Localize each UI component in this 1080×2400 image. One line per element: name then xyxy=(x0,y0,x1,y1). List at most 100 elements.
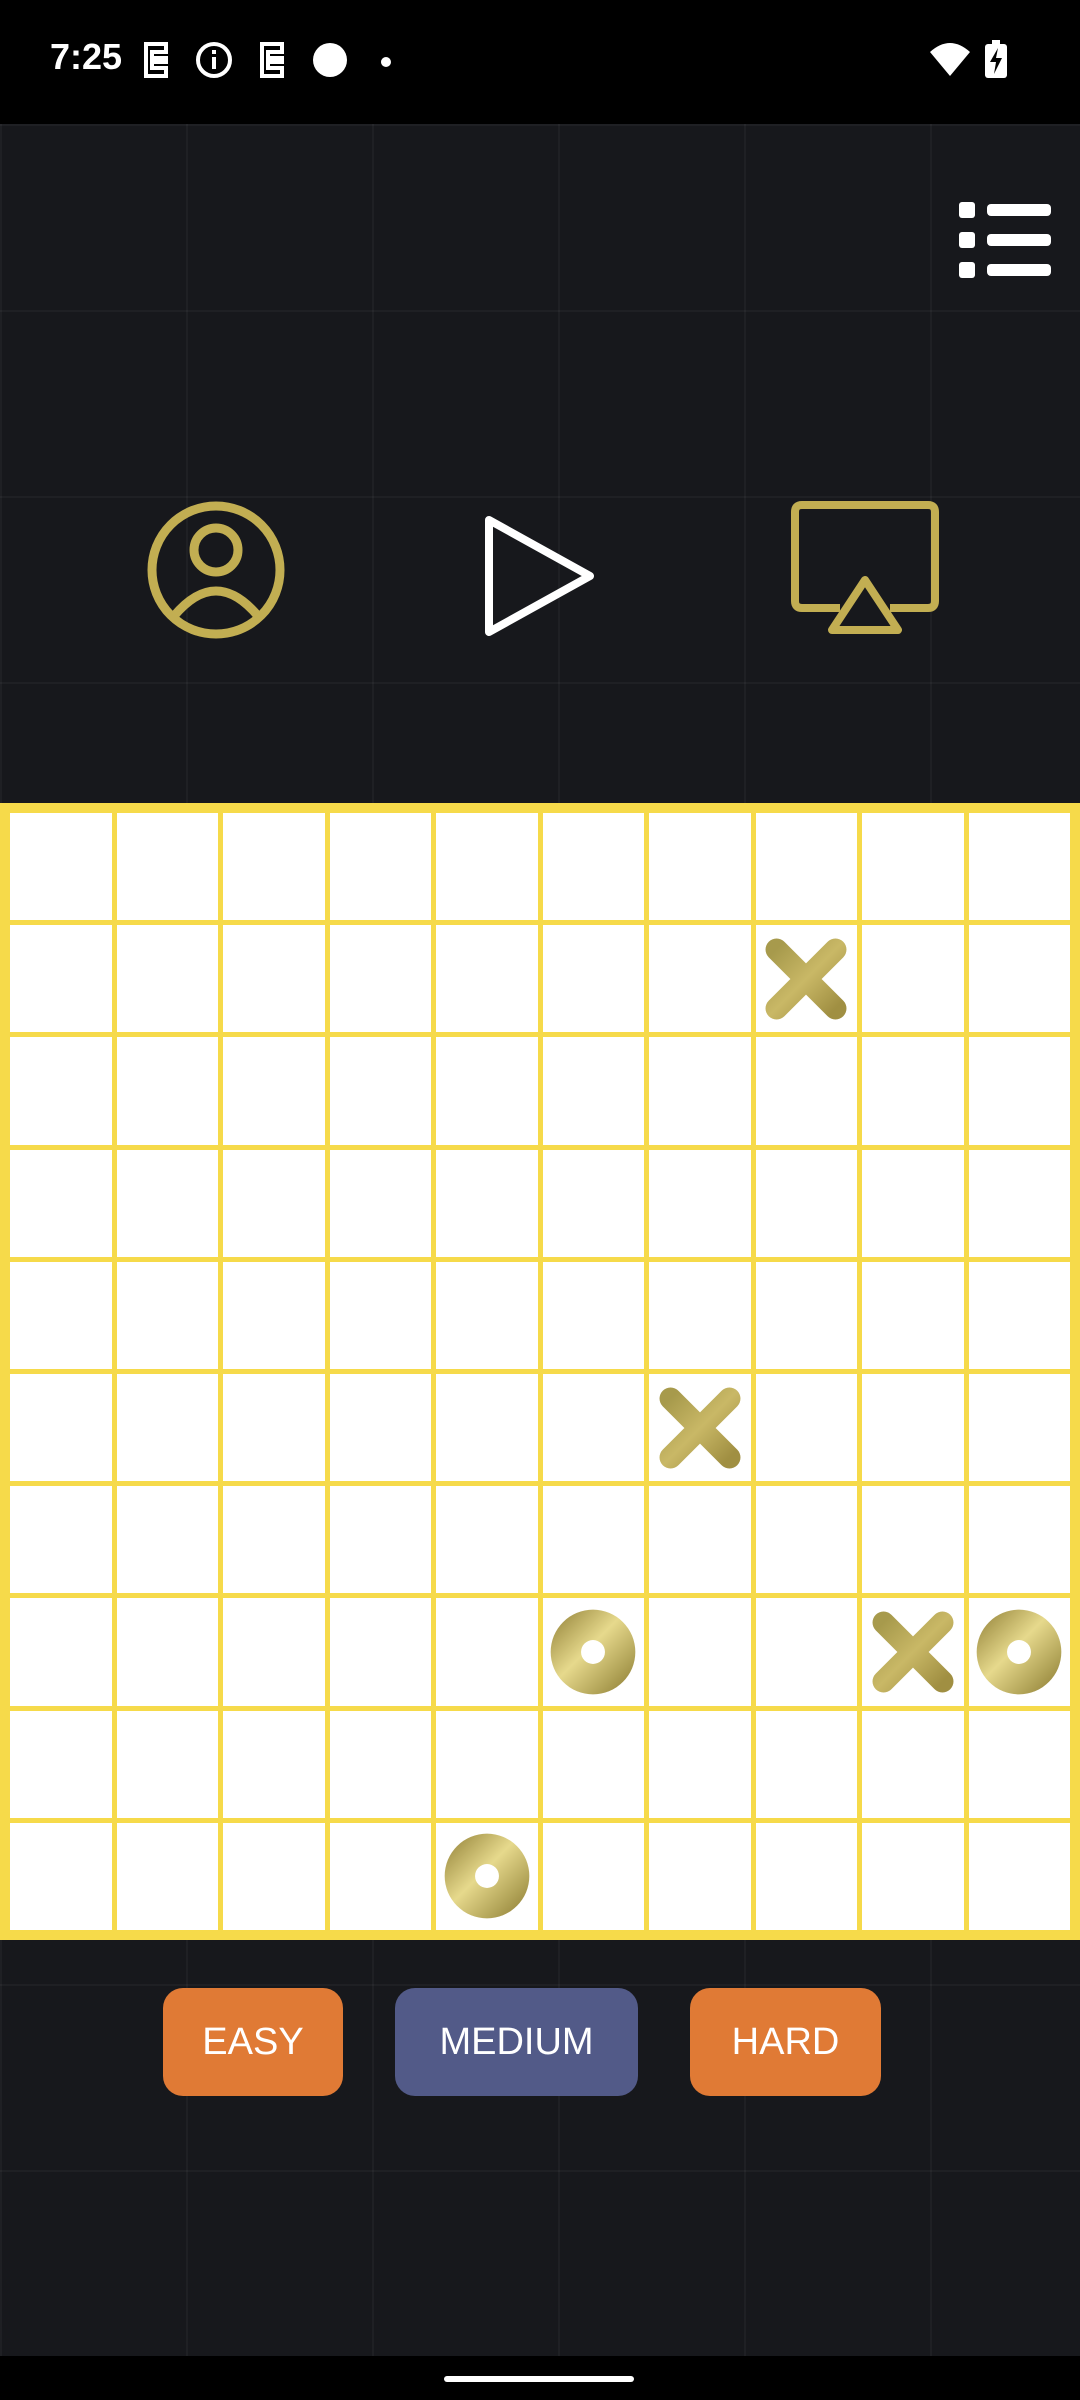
board-cell[interactable] xyxy=(968,1598,1070,1706)
board-cell[interactable] xyxy=(223,1598,325,1706)
board-cell[interactable] xyxy=(649,1710,751,1818)
board-cell[interactable] xyxy=(10,1037,112,1145)
hard-button[interactable]: HARD xyxy=(690,1988,881,2096)
board-cell[interactable] xyxy=(755,1373,857,1482)
board-cell[interactable] xyxy=(755,1710,857,1818)
board-cell[interactable] xyxy=(755,1037,857,1145)
board-cell[interactable] xyxy=(649,1149,751,1257)
board-cell[interactable] xyxy=(329,1149,431,1257)
board-cell[interactable] xyxy=(329,1598,431,1706)
board-cell[interactable] xyxy=(329,1822,431,1930)
board-cell[interactable] xyxy=(329,1486,431,1594)
board-cell[interactable] xyxy=(116,1822,218,1930)
board-cell[interactable] xyxy=(755,1598,857,1706)
board-cell[interactable] xyxy=(755,925,857,1033)
board-cell[interactable] xyxy=(116,1037,218,1145)
board-cell[interactable] xyxy=(649,1486,751,1594)
board-cell[interactable] xyxy=(10,1486,112,1594)
board-cell[interactable] xyxy=(542,1486,644,1594)
board-cell[interactable] xyxy=(223,1373,325,1482)
board-cell[interactable] xyxy=(10,1149,112,1257)
board-cell[interactable] xyxy=(329,813,431,921)
board-cell[interactable] xyxy=(755,813,857,921)
board-cell[interactable] xyxy=(862,1822,964,1930)
board-cell[interactable] xyxy=(755,1486,857,1594)
board-cell[interactable] xyxy=(542,1261,644,1369)
board-cell[interactable] xyxy=(436,1710,538,1818)
board-cell[interactable] xyxy=(542,1037,644,1145)
board-cell[interactable] xyxy=(542,1149,644,1257)
board-cell[interactable] xyxy=(542,813,644,921)
board-cell[interactable] xyxy=(862,1710,964,1818)
board-cell[interactable] xyxy=(116,925,218,1033)
board-cell[interactable] xyxy=(968,813,1070,921)
board-cell[interactable] xyxy=(968,1149,1070,1257)
board-cell[interactable] xyxy=(968,1822,1070,1930)
board-cell[interactable] xyxy=(223,1149,325,1257)
board-cell[interactable] xyxy=(116,1261,218,1369)
board-cell[interactable] xyxy=(436,925,538,1033)
board-cell[interactable] xyxy=(542,1373,644,1482)
board-cell[interactable] xyxy=(116,1373,218,1482)
board-cell[interactable] xyxy=(436,1261,538,1369)
board-cell[interactable] xyxy=(223,813,325,921)
board-cell[interactable] xyxy=(223,1822,325,1930)
board-cell[interactable] xyxy=(10,925,112,1033)
board-cell[interactable] xyxy=(116,1710,218,1818)
home-indicator[interactable] xyxy=(444,2376,634,2382)
board-cell[interactable] xyxy=(649,1598,751,1706)
board-cell[interactable] xyxy=(968,925,1070,1033)
board-cell[interactable] xyxy=(862,1149,964,1257)
play-button[interactable] xyxy=(480,512,600,642)
board-cell[interactable] xyxy=(436,1486,538,1594)
board-cell[interactable] xyxy=(542,1598,644,1706)
board-cell[interactable] xyxy=(968,1261,1070,1369)
board-cell[interactable] xyxy=(329,1373,431,1482)
board-cell[interactable] xyxy=(649,1822,751,1930)
board-cell[interactable] xyxy=(968,1037,1070,1145)
board-cell[interactable] xyxy=(649,1261,751,1369)
cast-button[interactable] xyxy=(790,500,940,640)
board-cell[interactable] xyxy=(436,813,538,921)
menu-button[interactable] xyxy=(955,200,1055,280)
board-cell[interactable] xyxy=(862,1037,964,1145)
board-cell[interactable] xyxy=(436,1149,538,1257)
board-cell[interactable] xyxy=(436,1822,538,1930)
board-cell[interactable] xyxy=(968,1710,1070,1818)
board-cell[interactable] xyxy=(649,1037,751,1145)
board-cell[interactable] xyxy=(649,813,751,921)
board-cell[interactable] xyxy=(968,1373,1070,1482)
board-cell[interactable] xyxy=(10,1822,112,1930)
medium-button[interactable]: MEDIUM xyxy=(395,1988,638,2096)
profile-button[interactable] xyxy=(146,500,286,640)
board-cell[interactable] xyxy=(116,813,218,921)
board-cell[interactable] xyxy=(116,1598,218,1706)
board-cell[interactable] xyxy=(862,1598,964,1706)
board-cell[interactable] xyxy=(10,1261,112,1369)
board-cell[interactable] xyxy=(862,1486,964,1594)
board-cell[interactable] xyxy=(223,1037,325,1145)
board-cell[interactable] xyxy=(755,1149,857,1257)
board-cell[interactable] xyxy=(542,925,644,1033)
board-cell[interactable] xyxy=(649,925,751,1033)
board-cell[interactable] xyxy=(862,1373,964,1482)
board-cell[interactable] xyxy=(223,925,325,1033)
board-cell[interactable] xyxy=(755,1261,857,1369)
board-cell[interactable] xyxy=(329,1710,431,1818)
board-cell[interactable] xyxy=(329,925,431,1033)
board-cell[interactable] xyxy=(10,1598,112,1706)
board-cell[interactable] xyxy=(10,813,112,921)
board-cell[interactable] xyxy=(10,1710,112,1818)
board-cell[interactable] xyxy=(10,1373,112,1482)
board-cell[interactable] xyxy=(329,1037,431,1145)
board-cell[interactable] xyxy=(116,1149,218,1257)
board-cell[interactable] xyxy=(862,813,964,921)
board-cell[interactable] xyxy=(436,1598,538,1706)
board-cell[interactable] xyxy=(223,1261,325,1369)
board-cell[interactable] xyxy=(862,1261,964,1369)
board-cell[interactable] xyxy=(542,1710,644,1818)
board-cell[interactable] xyxy=(542,1822,644,1930)
board-cell[interactable] xyxy=(755,1822,857,1930)
easy-button[interactable]: EASY xyxy=(163,1988,343,2096)
board-cell[interactable] xyxy=(436,1037,538,1145)
